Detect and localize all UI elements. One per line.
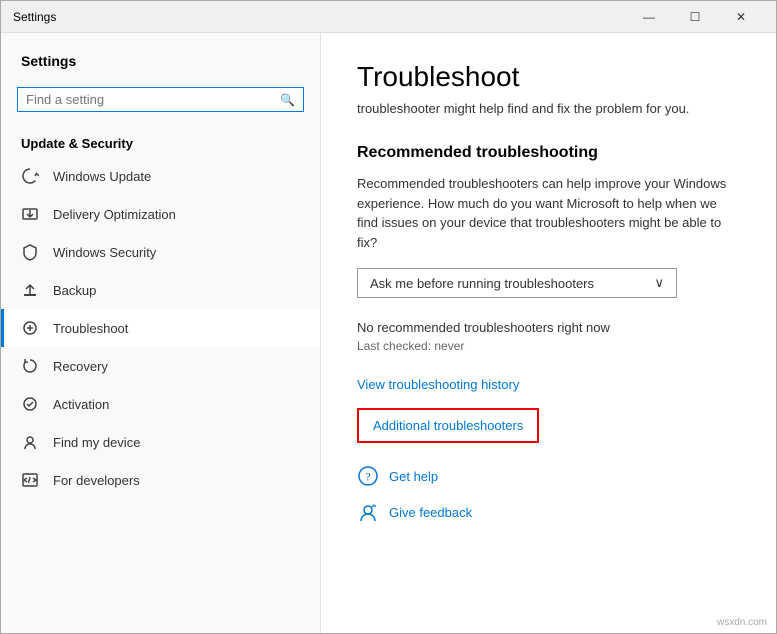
sidebar-item-recovery[interactable]: Recovery xyxy=(1,347,320,385)
sidebar-item-label: For developers xyxy=(53,473,140,488)
sidebar-header: Settings xyxy=(1,33,320,79)
minimize-button[interactable]: — xyxy=(626,1,672,33)
no-troubleshooters-status: No recommended troubleshooters right now xyxy=(357,320,740,335)
troubleshoot-icon xyxy=(21,319,39,337)
close-button[interactable]: ✕ xyxy=(718,1,764,33)
page-title: Troubleshoot xyxy=(357,61,740,93)
content-area: Settings 🔍 Update & Security Windows Upd… xyxy=(1,33,776,633)
give-feedback-icon xyxy=(357,501,379,523)
troubleshooters-dropdown[interactable]: Ask me before running troubleshooters ∨ xyxy=(357,268,677,298)
view-history-link[interactable]: View troubleshooting history xyxy=(357,377,740,392)
sidebar-item-windows-update[interactable]: Windows Update xyxy=(1,157,320,195)
sidebar-item-label: Find my device xyxy=(53,435,140,450)
give-feedback-link[interactable]: Give feedback xyxy=(389,505,472,520)
additional-troubleshooters-link[interactable]: Additional troubleshooters xyxy=(373,418,523,433)
svg-text:?: ? xyxy=(365,470,370,484)
sidebar-section-label: Update & Security xyxy=(1,128,320,157)
sidebar-item-label: Delivery Optimization xyxy=(53,207,176,222)
get-help-icon: ? xyxy=(357,465,379,487)
windows-security-icon xyxy=(21,243,39,261)
backup-icon xyxy=(21,281,39,299)
find-my-device-icon xyxy=(21,433,39,451)
window-controls: — ☐ ✕ xyxy=(626,1,764,33)
search-icon: 🔍 xyxy=(280,93,295,107)
activation-icon xyxy=(21,395,39,413)
title-bar: Settings — ☐ ✕ xyxy=(1,1,776,33)
sidebar: Settings 🔍 Update & Security Windows Upd… xyxy=(1,33,321,633)
sidebar-item-label: Troubleshoot xyxy=(53,321,128,336)
recovery-icon xyxy=(21,357,39,375)
sidebar-item-label: Backup xyxy=(53,283,96,298)
delivery-optimization-icon xyxy=(21,205,39,223)
sidebar-item-label: Activation xyxy=(53,397,109,412)
main-content: Troubleshoot troubleshooter might help f… xyxy=(321,33,776,633)
recommended-section-desc: Recommended troubleshooters can help imp… xyxy=(357,174,740,252)
sidebar-item-for-developers[interactable]: For developers xyxy=(1,461,320,499)
last-checked-label: Last checked: never xyxy=(357,339,740,353)
page-subtitle: troubleshooter might help find and fix t… xyxy=(357,101,740,116)
sidebar-item-backup[interactable]: Backup xyxy=(1,271,320,309)
get-help-row: ? Get help xyxy=(357,465,740,487)
search-input[interactable] xyxy=(26,92,280,107)
sidebar-item-find-my-device[interactable]: Find my device xyxy=(1,423,320,461)
recommended-section-title: Recommended troubleshooting xyxy=(357,144,740,162)
sidebar-item-label: Windows Update xyxy=(53,169,151,184)
for-developers-icon xyxy=(21,471,39,489)
sidebar-item-activation[interactable]: Activation xyxy=(1,385,320,423)
give-feedback-row: Give feedback xyxy=(357,501,740,523)
dropdown-value: Ask me before running troubleshooters xyxy=(370,276,594,291)
maximize-button[interactable]: ☐ xyxy=(672,1,718,33)
sidebar-item-troubleshoot[interactable]: Troubleshoot xyxy=(1,309,320,347)
additional-troubleshooters-box: Additional troubleshooters xyxy=(357,408,539,443)
sidebar-item-label: Windows Security xyxy=(53,245,156,260)
watermark: wsxdn.com xyxy=(717,617,767,628)
sidebar-item-windows-security[interactable]: Windows Security xyxy=(1,233,320,271)
sidebar-item-delivery-optimization[interactable]: Delivery Optimization xyxy=(1,195,320,233)
get-help-link[interactable]: Get help xyxy=(389,469,438,484)
window-title: Settings xyxy=(13,10,626,24)
chevron-down-icon: ∨ xyxy=(654,275,664,291)
sidebar-item-label: Recovery xyxy=(53,359,108,374)
windows-update-icon xyxy=(21,167,39,185)
search-box[interactable]: 🔍 xyxy=(17,87,304,112)
